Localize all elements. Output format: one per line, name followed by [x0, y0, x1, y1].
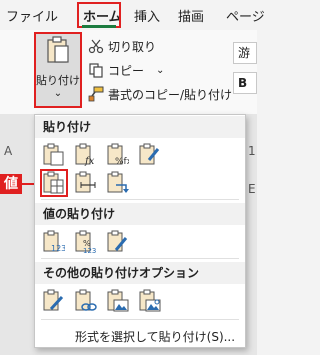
- svg-text:123: 123: [83, 247, 96, 254]
- format-painter-button[interactable]: 書式のコピー/貼り付け: [88, 83, 232, 105]
- values-callout: 値: [0, 174, 22, 194]
- paste-values-number-format-icon[interactable]: % 123: [75, 230, 97, 254]
- scissors-icon: [88, 39, 104, 54]
- copy-icon: [89, 63, 103, 78]
- paste-formulas-number-format-icon[interactable]: %fx: [107, 143, 129, 167]
- copy-label: コピー: [108, 63, 145, 78]
- name-box[interactable]: A: [4, 144, 12, 158]
- font-name-box[interactable]: 游: [233, 42, 257, 64]
- tab-draw[interactable]: 描画: [178, 6, 204, 25]
- menu-separator: [41, 199, 239, 200]
- selected-paste-option-highlight: [40, 169, 68, 197]
- paste-values-icon[interactable]: 123: [43, 230, 65, 254]
- cut-label: 切り取り: [108, 39, 157, 54]
- paste-transpose-icon[interactable]: [107, 171, 129, 195]
- cut-button[interactable]: 切り取り: [88, 35, 156, 57]
- paste-linked-picture-icon[interactable]: [139, 289, 161, 313]
- formula-bar-edge: 1: [248, 144, 256, 158]
- copy-button[interactable]: コピー ⌄: [88, 59, 164, 81]
- paste-picture-icon[interactable]: [107, 289, 129, 313]
- paste-values-source-formatting-icon[interactable]: [107, 230, 129, 254]
- svg-text:123: 123: [51, 244, 65, 253]
- menu-separator: [41, 319, 239, 320]
- paste-link-icon[interactable]: [75, 289, 97, 313]
- menu-separator: [41, 258, 239, 259]
- tab-insert[interactable]: 挿入: [134, 6, 160, 25]
- paste-values-section-header: 値の貼り付け: [35, 203, 245, 225]
- paste-keep-source-formatting-icon[interactable]: [139, 143, 161, 167]
- paste-special-link[interactable]: 形式を選択して貼り付け(S)...: [75, 328, 235, 345]
- bold-button[interactable]: B: [233, 72, 257, 94]
- paste-formulas-icon[interactable]: fx: [75, 143, 97, 167]
- format-painter-icon: [88, 86, 104, 102]
- tab-page-layout[interactable]: ページ: [226, 6, 265, 25]
- paste-icon[interactable]: [43, 143, 65, 167]
- svg-text:%fx: %fx: [115, 157, 129, 167]
- paste-section-header: 貼り付け: [35, 116, 245, 138]
- format-painter-label: 書式のコピー/貼り付け: [108, 87, 233, 102]
- svg-text:fx: fx: [84, 156, 95, 167]
- paste-keep-column-widths-icon[interactable]: [75, 171, 97, 195]
- paste-options-menu: 貼り付け fx %fx 値: [34, 114, 246, 348]
- chevron-down-icon[interactable]: ⌄: [156, 65, 164, 76]
- other-paste-options-section-header: その他の貼り付けオプション: [35, 262, 245, 284]
- tab-file[interactable]: ファイル: [6, 6, 58, 25]
- paste-formatting-icon[interactable]: [43, 289, 65, 313]
- active-tab-indicator: [82, 25, 116, 28]
- ribbon-tab-bar: ファイル ホーム 挿入 描画 ページ: [0, 0, 265, 30]
- column-header-partial: E: [248, 182, 256, 196]
- paste-button-highlight: [34, 32, 82, 108]
